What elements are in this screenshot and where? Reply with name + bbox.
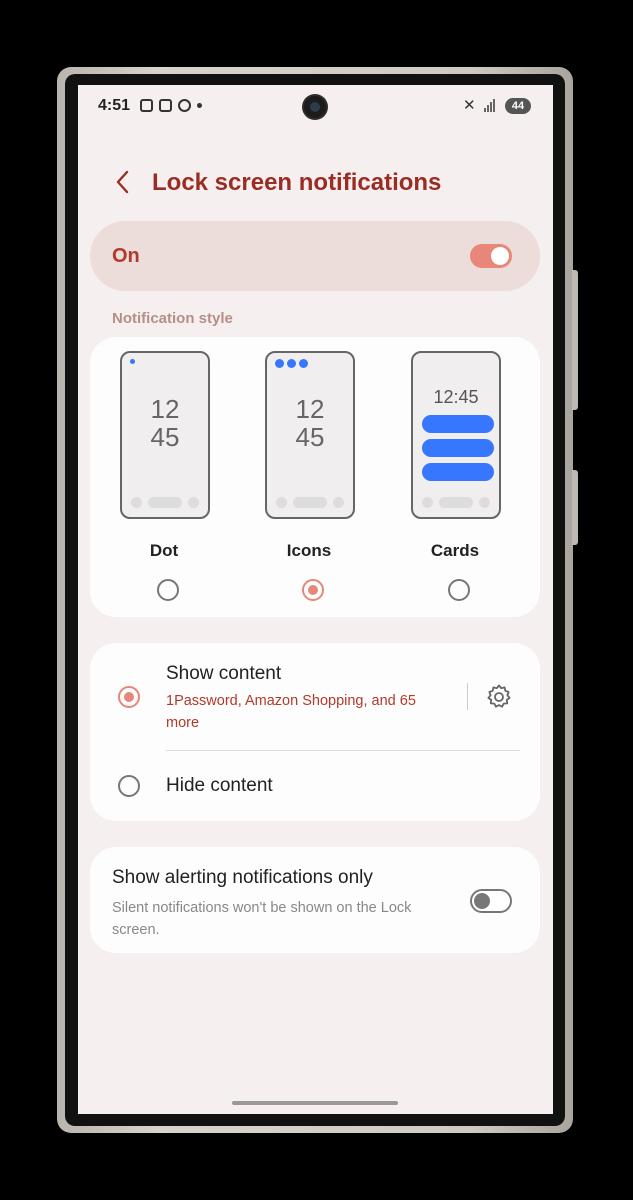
style-label-icons: Icons [286, 541, 332, 560]
status-bar: 4:51 ✕ 44 [78, 85, 553, 129]
hide-content-title: Hide content [166, 775, 273, 796]
signal-icon [484, 99, 495, 112]
page-title: Lock screen notifications [152, 169, 442, 196]
section-label: Notification style [112, 310, 233, 327]
style-option-dot[interactable]: 12 45 Dot [114, 337, 214, 617]
preview-clock: 12 45 [150, 394, 180, 452]
screen: 4:51 ✕ 44 Lock screen notifications On N… [78, 85, 553, 1114]
master-switch-row[interactable]: On [90, 221, 540, 291]
master-toggle[interactable] [470, 244, 512, 268]
image-icon [140, 99, 153, 112]
style-option-cards[interactable]: 12:45 Cards [405, 337, 505, 617]
notification-icon-dot [299, 359, 308, 368]
notification-style-card: 12 45 Dot 12 45 Icons 12:45 Cards [90, 337, 540, 617]
style-label-cards: Cards [430, 541, 480, 560]
radio-dot[interactable] [157, 579, 179, 601]
show-content-subtitle: 1Password, Amazon Shopping, and 65 more [166, 693, 416, 731]
gear-icon[interactable] [485, 683, 513, 711]
radio-icons[interactable] [302, 579, 324, 601]
power-button [572, 470, 578, 545]
radio-show-content[interactable] [118, 686, 140, 708]
toggle-knob [491, 247, 509, 265]
radio-cards[interactable] [448, 579, 470, 601]
notification-icon-dot [275, 359, 284, 368]
battery-icon: 44 [505, 98, 531, 114]
alerting-only-subtitle: Silent notifications won't be shown on t… [112, 900, 412, 938]
alerting-only-toggle[interactable] [470, 889, 512, 913]
mute-icon: ✕ [463, 97, 476, 114]
front-camera [304, 96, 326, 118]
content-visibility-card: Show content 1Password, Amazon Shopping,… [90, 643, 540, 821]
divider [467, 683, 468, 710]
notification-card [422, 415, 494, 433]
notification-card [422, 463, 494, 481]
cards-preview: 12:45 [411, 351, 501, 519]
home-indicator[interactable] [232, 1101, 398, 1105]
status-icons [140, 99, 202, 112]
notification-icon-dot [287, 359, 296, 368]
sim-icon [159, 99, 172, 112]
preview-clock: 12 45 [295, 394, 325, 452]
check-circle-icon [178, 99, 191, 112]
show-content-title: Show content [166, 663, 282, 684]
dot-icon [197, 103, 202, 108]
volume-button [572, 270, 578, 410]
notification-card [422, 439, 494, 457]
divider [166, 750, 520, 751]
preview-clock: 12:45 [433, 387, 479, 407]
alerting-only-card[interactable]: Show alerting notifications only Silent … [90, 847, 540, 953]
toggle-knob [474, 893, 490, 909]
notification-dot [130, 359, 135, 364]
style-label-dot: Dot [149, 541, 179, 560]
chevron-left-icon[interactable] [110, 168, 138, 196]
status-time: 4:51 [98, 97, 131, 114]
icons-preview: 12 45 [265, 351, 355, 519]
radio-hide-content[interactable] [118, 775, 140, 797]
alerting-only-title: Show alerting notifications only [112, 867, 373, 888]
style-option-icons[interactable]: 12 45 Icons [259, 337, 359, 617]
dot-preview: 12 45 [120, 351, 210, 519]
master-switch-label: On [112, 245, 140, 267]
